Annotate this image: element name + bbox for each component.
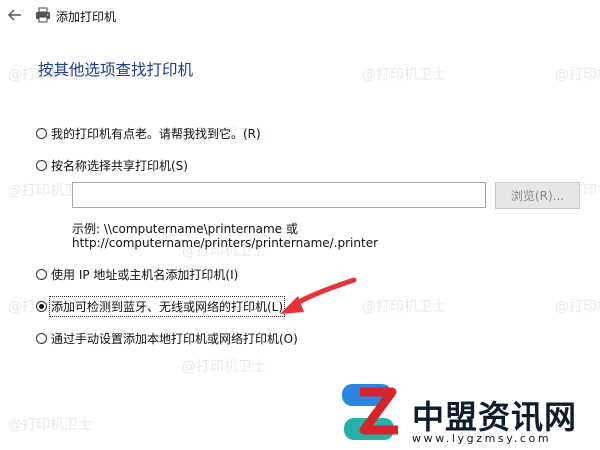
watermark: @打印机卫士 [8,417,92,433]
red-arrow-icon [280,277,357,314]
option-bluetooth-wireless-network[interactable]: 添加可检测到蓝牙、无线或网络的打印机(L) [36,296,286,317]
site-logo: 中盟资讯网 www.lygzmsy.com [320,372,600,450]
watermark: @打印机卫士 [555,299,600,315]
logo-url: www.lygzmsy.com [412,432,552,445]
shared-printer-name-input[interactable] [72,182,486,208]
option-label: 我的打印机有点老。请帮我找到它。(R) [51,127,261,141]
add-printer-window: @打印机卫士 @打印机卫士 @打印机卫士 @打印机卫士 @打印机卫士 @打印机卫… [0,0,600,450]
option-old-printer[interactable]: 我的打印机有点老。请帮我找到它。(R) [36,125,261,142]
radio-button[interactable] [36,333,47,344]
title-bar: 添加打印机 [0,0,600,32]
browse-button[interactable]: 浏览(R)... [495,182,580,209]
option-label: 使用 IP 地址或主机名添加打印机(I) [51,268,239,282]
window-title: 添加打印机 [56,10,117,24]
radio-button-selected[interactable] [36,301,47,312]
option-label: 通过手动设置添加本地打印机或网络打印机(O) [51,332,298,346]
watermark: @打印机卫士 [182,359,266,375]
option-label: 按名称选择共享打印机(S) [51,159,188,173]
logo-mark-icon [342,384,398,440]
example-text-line-2: http://computername/printers/printername… [72,236,379,250]
option-label: 添加可检测到蓝牙、无线或网络的打印机(L) [48,296,286,317]
option-ip-address[interactable]: 使用 IP 地址或主机名添加打印机(I) [36,266,238,283]
radio-button[interactable] [36,160,47,171]
option-shared-printer[interactable]: 按名称选择共享打印机(S) [36,157,188,174]
watermark: @打印机卫士 [362,299,446,315]
watermark: @打印机卫士 [555,67,600,83]
page-heading: 按其他选项查找打印机 [38,61,194,79]
radio-button[interactable] [36,128,47,139]
printer-icon [36,7,50,23]
watermark: @打印机卫士 [362,67,446,83]
radio-button[interactable] [36,269,47,280]
option-manual-local[interactable]: 通过手动设置添加本地打印机或网络打印机(O) [36,330,298,347]
back-arrow-icon[interactable] [6,6,24,24]
example-text-line-1: 示例: \\computername\printername 或 [72,222,298,236]
